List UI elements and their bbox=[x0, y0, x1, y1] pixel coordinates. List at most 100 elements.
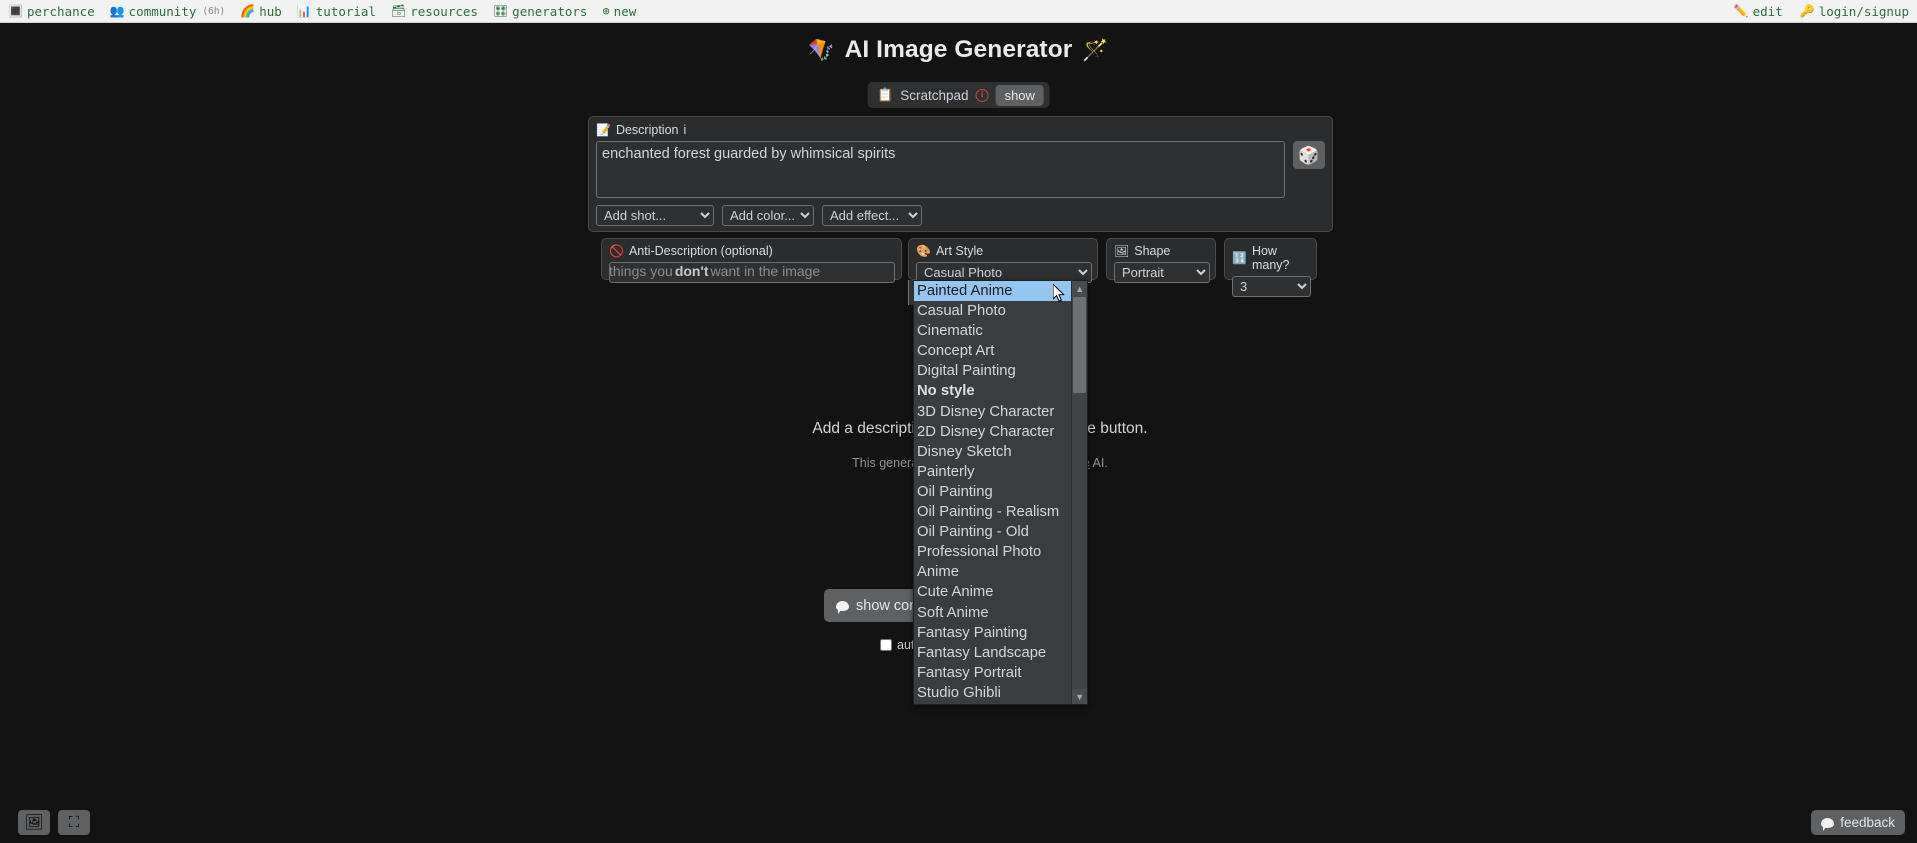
dropdown-option[interactable]: Fantasy Portrait bbox=[914, 663, 1071, 683]
nav-label-login-signup: login/signup bbox=[1818, 3, 1909, 19]
nav-item-community[interactable]: 👥 community (6h) bbox=[110, 4, 226, 19]
add-effect-select[interactable]: Add effect...BokehGrainGlowMotion blur bbox=[822, 205, 922, 226]
add-color-select[interactable]: Add color...WarmCoolVibrantMuted bbox=[722, 205, 814, 226]
dropdown-option[interactable]: Fantasy Painting bbox=[914, 623, 1071, 643]
art-style-option-list[interactable]: Painted Anime Casual Photo Cinematic Concep… bbox=[914, 281, 1072, 704]
dropdown-option[interactable]: Anime bbox=[914, 562, 1071, 582]
description-input[interactable]: enchanted forest guarded by whimsical sp… bbox=[596, 141, 1285, 198]
shape-label-row: 🖼 Shape bbox=[1114, 244, 1208, 258]
no-entry-icon: 🚫 bbox=[609, 244, 624, 258]
page-title: AI Image Generator bbox=[844, 36, 1073, 63]
rainbow-icon: 🌈 bbox=[240, 4, 256, 18]
numbers-icon: 🔢 bbox=[1232, 251, 1247, 265]
nav-label-tutorial: tutorial bbox=[315, 3, 376, 19]
anti-description-input[interactable] bbox=[609, 262, 895, 283]
gallery-icon: 🖼 bbox=[24, 814, 44, 831]
dropdown-option[interactable]: Casual Photo bbox=[914, 301, 1071, 321]
dropdown-option[interactable]: Studio Ghibli bbox=[914, 683, 1071, 703]
dropdown-option[interactable]: Oil Painting - Realism bbox=[914, 502, 1071, 522]
dropdown-option[interactable]: Cute Anime bbox=[914, 582, 1071, 602]
dropdown-option[interactable]: Digital Painting bbox=[914, 361, 1071, 381]
generators-icon: 🎛 bbox=[492, 4, 509, 18]
auto-scroll-checkbox[interactable] bbox=[880, 639, 892, 651]
nav-label-generators: generators bbox=[512, 3, 588, 19]
dropdown-option[interactable]: No style bbox=[914, 381, 1071, 401]
scroll-down-arrow-icon[interactable]: ▼ bbox=[1072, 689, 1088, 704]
dropdown-option[interactable]: Concept Art bbox=[914, 341, 1071, 361]
nav-item-generators[interactable]: 🎛 generators bbox=[493, 4, 588, 19]
dropdown-option[interactable]: Disney Sketch bbox=[914, 442, 1071, 462]
description-info-icon[interactable]: i bbox=[683, 123, 686, 137]
dropdown-option[interactable]: Oil Painting bbox=[914, 482, 1071, 502]
plus-circle-icon: ⊕ bbox=[602, 4, 610, 18]
dice-icon: 🎲 bbox=[1298, 145, 1320, 165]
dropdown-option[interactable]: Fantasy Landscape bbox=[914, 643, 1071, 663]
tutorial-icon: 📊 bbox=[296, 4, 312, 18]
feedback-button[interactable]: feedback bbox=[1811, 810, 1905, 835]
dropdown-option[interactable]: Soft Anime bbox=[914, 603, 1071, 623]
nav-item-resources[interactable]: 🗃 resources bbox=[391, 4, 478, 19]
how-many-select[interactable]: 123456 bbox=[1232, 276, 1311, 297]
how-many-card: 🔢 How many? 123456 bbox=[1224, 238, 1317, 297]
dropdown-option[interactable]: Painterly bbox=[914, 462, 1071, 482]
note-icon: 📝 bbox=[596, 123, 611, 137]
anti-description-label-row: 🚫 Anti-Description (optional) bbox=[609, 244, 894, 258]
shape-select[interactable]: PortraitLandscapeSquareTallWide bbox=[1114, 262, 1210, 283]
anti-description-label: Anti-Description (optional) bbox=[628, 244, 773, 258]
scrollbar-thumb[interactable] bbox=[1073, 297, 1087, 393]
dropdown-option[interactable]: 2D Disney Character bbox=[914, 422, 1071, 442]
shape-card: 🖼 Shape PortraitLandscapeSquareTallWide bbox=[1106, 238, 1216, 283]
art-style-card: 🎨 Art Style Painted AnimeCasual PhotoCin… bbox=[908, 238, 1098, 283]
scratchpad-show-button[interactable]: show bbox=[995, 84, 1044, 106]
art-style-label: Art Style bbox=[935, 244, 984, 258]
nav-item-new[interactable]: ⊕ new bbox=[602, 4, 636, 19]
info-icon[interactable]: i bbox=[975, 88, 989, 102]
feedback-bubble-icon bbox=[1821, 817, 1835, 831]
fullscreen-button[interactable]: ⛶ bbox=[58, 810, 90, 835]
description-label: Description bbox=[615, 123, 679, 137]
nav-label-resources: resources bbox=[410, 3, 478, 19]
nav-item-login-signup[interactable]: 🔑 login/signup bbox=[1800, 4, 1909, 19]
nav-label-edit: edit bbox=[1752, 3, 1783, 19]
feedback-label: feedback bbox=[1840, 815, 1895, 830]
nav-item-hub[interactable]: 🌈 hub bbox=[240, 4, 282, 19]
dropdown-option[interactable]: Oil Painting - Old bbox=[914, 522, 1071, 542]
nav-label-hub: hub bbox=[259, 3, 282, 19]
perchance-icon: 🔳 bbox=[8, 4, 23, 18]
description-modifier-selects: Add shot...Close-upWide shotMedium shotE… bbox=[596, 205, 1325, 226]
dropdown-option[interactable]: Painted Anime bbox=[914, 281, 1072, 302]
fullscreen-icon: ⛶ bbox=[68, 814, 80, 831]
description-card: 📝 Description i enchanted forest guarded… bbox=[588, 116, 1333, 232]
dropdown-option[interactable]: Cinematic bbox=[914, 321, 1071, 341]
speech-bubble-icon bbox=[836, 600, 849, 614]
top-navigation-bar: 🔳 perchance 👥 community (6h) 🌈 hub 📊 tut… bbox=[0, 0, 1917, 23]
art-style-dropdown-listbox[interactable]: Painted Anime Casual Photo Cinematic Concep… bbox=[913, 280, 1088, 705]
scroll-up-arrow-icon[interactable]: ▲ bbox=[1072, 281, 1088, 296]
bottom-left-buttons: 🖼 ⛶ bbox=[18, 810, 90, 835]
nav-label-new: new bbox=[613, 3, 637, 19]
add-shot-select[interactable]: Add shot...Close-upWide shotMedium shotE… bbox=[596, 205, 714, 226]
random-dice-button[interactable]: 🎲 bbox=[1293, 141, 1325, 169]
pencil-icon: ✏️ bbox=[1733, 4, 1749, 18]
comet-icon: 🪁 bbox=[808, 38, 835, 62]
scratchpad-bar: 📋 Scratchpad i show bbox=[867, 82, 1050, 108]
dropdown-option[interactable]: 3D Disney Character bbox=[914, 402, 1071, 422]
page-title-row: 🪁 AI Image Generator 🪄 bbox=[0, 36, 1917, 64]
resources-icon: 🗃 bbox=[390, 4, 407, 18]
description-label-row: 📝 Description i bbox=[596, 123, 1325, 137]
dropdown-option[interactable]: Professional Photo bbox=[914, 542, 1071, 562]
how-many-label: How many? bbox=[1251, 244, 1290, 272]
key-icon: 🔑 bbox=[1799, 4, 1815, 18]
picture-icon: 🖼 bbox=[1114, 244, 1130, 258]
nav-label-community: community bbox=[128, 3, 197, 19]
how-many-label-row: 🔢 How many? bbox=[1232, 244, 1309, 272]
dropdown-scrollbar[interactable]: ▲ ▼ bbox=[1071, 281, 1088, 704]
nav-sub-community: (6h) bbox=[202, 5, 226, 17]
mouse-cursor-icon bbox=[1053, 284, 1065, 302]
nav-item-edit[interactable]: ✏️ edit bbox=[1734, 4, 1783, 19]
credit-post: AI. bbox=[1089, 456, 1108, 470]
magic-wand-icon: 🪄 bbox=[1082, 38, 1109, 62]
nav-item-perchance[interactable]: 🔳 perchance bbox=[8, 4, 95, 19]
nav-item-tutorial[interactable]: 📊 tutorial bbox=[297, 4, 376, 19]
gallery-button[interactable]: 🖼 bbox=[18, 810, 50, 835]
